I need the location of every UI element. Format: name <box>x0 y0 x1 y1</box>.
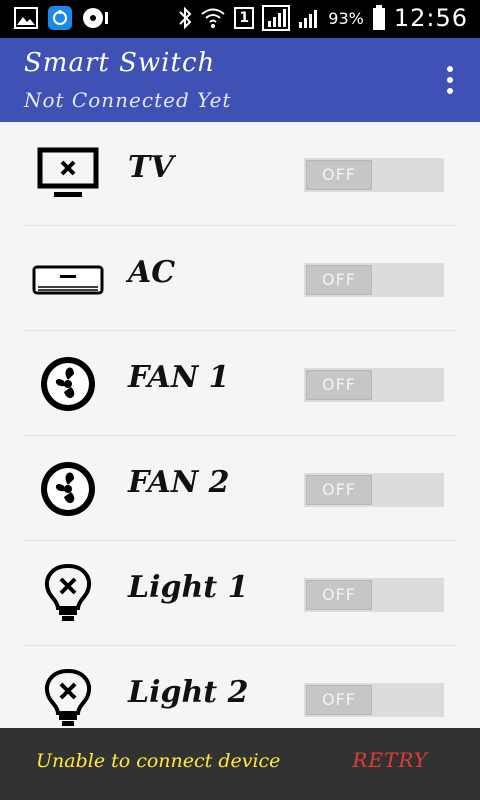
status-bar: 1 93% 12:56 <box>0 0 480 38</box>
toggle-state: OFF <box>306 265 372 295</box>
device-label: Light 1 <box>128 570 249 605</box>
toggle-state: OFF <box>306 475 372 505</box>
connection-status: Not Connected Yet <box>24 88 232 112</box>
clock: 12:56 <box>393 4 468 32</box>
device-list: TV OFF AC OFF FAN 1 OFF FAN 2 OFF Light … <box>0 122 480 728</box>
wifi-icon <box>200 6 226 30</box>
app-bar: Smart Switch Not Connected Yet <box>0 38 480 122</box>
status-bar-notifications <box>14 5 112 31</box>
retry-button[interactable]: RETRY <box>352 748 428 772</box>
device-row-light-2: Light 2 OFF <box>24 647 456 728</box>
device-label: FAN 2 <box>128 465 230 500</box>
bulb-icon <box>30 669 106 728</box>
device-row-fan-1: FAN 1 OFF <box>24 332 456 436</box>
bluetooth-icon <box>178 6 192 30</box>
sync-app-icon <box>48 6 72 30</box>
toggle-state: OFF <box>306 160 372 190</box>
toggle-switch-light-1[interactable]: OFF <box>304 578 444 612</box>
app-title: Smart Switch <box>24 48 216 78</box>
toggle-switch-tv[interactable]: OFF <box>304 158 444 192</box>
toggle-state: OFF <box>306 685 372 715</box>
fan-icon <box>30 459 106 519</box>
battery-icon <box>372 5 386 31</box>
toggle-switch-fan-2[interactable]: OFF <box>304 473 444 507</box>
sim-slot-indicator: 1 <box>234 7 255 29</box>
snackbar: Unable to connect device RETRY <box>0 728 480 800</box>
device-row-ac: AC OFF <box>24 227 456 331</box>
signal-icon-sim1 <box>262 5 291 31</box>
device-label: Light 2 <box>128 675 249 710</box>
fan-icon <box>30 354 106 414</box>
toggle-state: OFF <box>306 370 372 400</box>
device-label: TV <box>128 150 174 185</box>
toggle-switch-fan-1[interactable]: OFF <box>304 368 444 402</box>
device-row-fan-2: FAN 2 OFF <box>24 437 456 541</box>
signal-icon-sim2 <box>298 6 320 30</box>
device-label: AC <box>128 255 176 290</box>
status-bar-system: 1 93% 12:56 <box>178 4 468 32</box>
toggle-state: OFF <box>306 580 372 610</box>
snackbar-message: Unable to connect device <box>36 750 281 772</box>
bulb-icon <box>30 564 106 624</box>
toggle-switch-light-2[interactable]: OFF <box>304 683 444 717</box>
ac-icon <box>30 249 106 309</box>
toggle-switch-ac[interactable]: OFF <box>304 263 444 297</box>
media-icon <box>82 6 112 30</box>
device-row-tv: TV OFF <box>24 122 456 226</box>
device-row-light-1: Light 1 OFF <box>24 542 456 646</box>
device-label: FAN 1 <box>128 360 230 395</box>
battery-percent: 93% <box>328 8 364 28</box>
gallery-icon <box>14 7 38 29</box>
tv-icon <box>30 144 106 204</box>
overflow-menu-icon[interactable] <box>444 66 456 94</box>
